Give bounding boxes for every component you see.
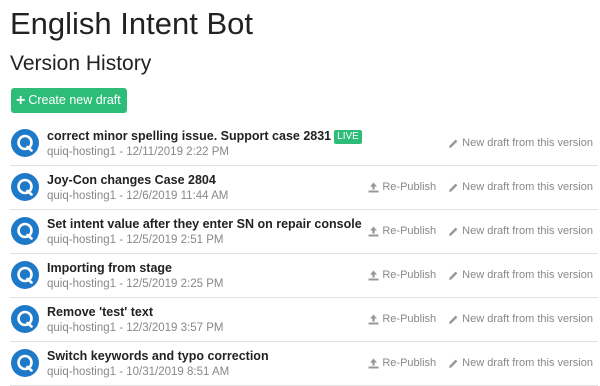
quiq-avatar-icon — [11, 129, 39, 157]
pencil-icon — [448, 226, 459, 237]
upload-icon — [368, 358, 379, 369]
republish-button[interactable]: Re-Publish — [368, 224, 436, 238]
republish-label: Re-Publish — [382, 181, 437, 193]
create-new-draft-label: Create new draft — [28, 93, 121, 107]
new-draft-label: New draft from this version — [462, 137, 593, 149]
version-message: Switch keywords and typo correction — [47, 349, 269, 363]
version-meta: quiq-hosting1 - 12/5/2019 2:51 PM — [47, 234, 224, 246]
pencil-icon — [448, 314, 459, 325]
version-message: Importing from stage — [47, 261, 173, 275]
row-actions: Re-Publish New draft from this version — [368, 180, 593, 194]
version-message: Set intent value after they enter SN on … — [47, 217, 362, 231]
upload-icon — [368, 226, 379, 237]
quiq-avatar-icon — [11, 349, 39, 377]
new-draft-from-version-button[interactable]: New draft from this version — [448, 312, 593, 326]
version-row: Importing from stage quiq-hosting1 - 12/… — [10, 254, 598, 298]
version-list: correct minor spelling issue. Support ca… — [10, 122, 598, 386]
version-message: correct minor spelling issue. Support ca… — [47, 128, 362, 144]
quiq-avatar-icon — [11, 305, 39, 333]
republish-label: Re-Publish — [382, 269, 437, 281]
quiq-avatar-icon — [11, 173, 39, 201]
pencil-icon — [448, 182, 459, 193]
republish-button[interactable]: Re-Publish — [368, 356, 436, 370]
new-draft-label: New draft from this version — [462, 269, 593, 281]
new-draft-label: New draft from this version — [462, 181, 593, 193]
row-actions: Re-Publish New draft from this version — [368, 312, 593, 326]
version-row: Switch keywords and typo correction quiq… — [10, 342, 598, 386]
new-draft-label: New draft from this version — [462, 313, 593, 325]
row-actions: Re-Publish New draft from this version — [368, 268, 593, 282]
version-row: Set intent value after they enter SN on … — [10, 210, 598, 254]
republish-button[interactable]: Re-Publish — [368, 180, 436, 194]
version-meta: quiq-hosting1 - 10/31/2019 8:51 AM — [47, 366, 230, 378]
version-row: Remove 'test' text quiq-hosting1 - 12/3/… — [10, 298, 598, 342]
version-meta: quiq-hosting1 - 12/11/2019 2:22 PM — [47, 146, 229, 158]
row-actions: New draft from this version — [448, 136, 593, 150]
version-message: Joy-Con changes Case 2804 — [47, 173, 216, 187]
new-draft-from-version-button[interactable]: New draft from this version — [448, 268, 593, 282]
version-row: Joy-Con changes Case 2804 quiq-hosting1 … — [10, 166, 598, 210]
row-actions: Re-Publish New draft from this version — [368, 224, 593, 238]
upload-icon — [368, 182, 379, 193]
new-draft-from-version-button[interactable]: New draft from this version — [448, 136, 593, 150]
row-actions: Re-Publish New draft from this version — [368, 356, 593, 370]
republish-label: Re-Publish — [382, 225, 437, 237]
republish-button[interactable]: Re-Publish — [368, 268, 436, 282]
republish-label: Re-Publish — [382, 313, 437, 325]
page-title: English Intent Bot — [10, 6, 253, 41]
republish-button[interactable]: Re-Publish — [368, 312, 436, 326]
new-draft-from-version-button[interactable]: New draft from this version — [448, 224, 593, 238]
section-title: Version History — [10, 52, 152, 75]
version-row: correct minor spelling issue. Support ca… — [10, 122, 598, 166]
new-draft-from-version-button[interactable]: New draft from this version — [448, 356, 593, 370]
new-draft-label: New draft from this version — [462, 357, 593, 369]
version-message: Remove 'test' text — [47, 305, 153, 319]
quiq-avatar-icon — [11, 217, 39, 245]
create-new-draft-button[interactable]: + Create new draft — [11, 88, 127, 113]
pencil-icon — [448, 138, 459, 149]
republish-label: Re-Publish — [382, 357, 437, 369]
version-meta: quiq-hosting1 - 12/5/2019 2:25 PM — [47, 278, 224, 290]
upload-icon — [368, 314, 379, 325]
quiq-avatar-icon — [11, 261, 39, 289]
upload-icon — [368, 270, 379, 281]
pencil-icon — [448, 270, 459, 281]
version-message-text: correct minor spelling issue. Support ca… — [47, 129, 332, 143]
version-meta: quiq-hosting1 - 12/6/2019 11:44 AM — [47, 190, 229, 202]
new-draft-from-version-button[interactable]: New draft from this version — [448, 180, 593, 194]
pencil-icon — [448, 358, 459, 369]
new-draft-label: New draft from this version — [462, 225, 593, 237]
live-badge: LIVE — [334, 130, 362, 144]
plus-icon: + — [16, 92, 26, 109]
version-meta: quiq-hosting1 - 12/3/2019 3:57 PM — [47, 322, 224, 334]
